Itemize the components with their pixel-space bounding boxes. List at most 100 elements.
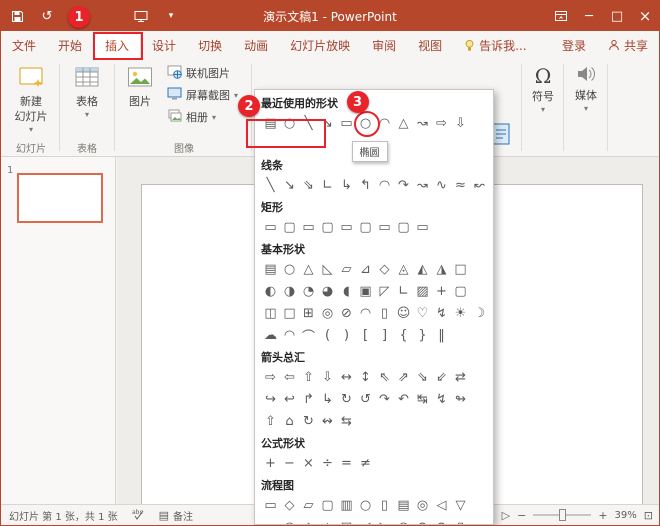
- shape-cell-0-0-7[interactable]: △: [394, 112, 413, 134]
- shape-cell-6-1-2[interactable]: ◇: [299, 516, 318, 525]
- shape-cell-0-0-3[interactable]: ↘: [318, 112, 337, 134]
- shape-cell-3-3-0[interactable]: ☁: [261, 324, 280, 346]
- shape-cell-0-0-10[interactable]: ⇩: [451, 112, 470, 134]
- shape-cell-5-0-1[interactable]: −: [280, 452, 299, 474]
- shape-cell-3-3-3[interactable]: (: [318, 324, 337, 346]
- shape-cell-6-1-6[interactable]: ▷: [375, 516, 394, 525]
- tab-insert[interactable]: 插入: [93, 31, 141, 59]
- tab-view[interactable]: 视图: [407, 31, 453, 59]
- tab-slideshow[interactable]: 幻灯片放映: [279, 31, 361, 59]
- shape-cell-3-1-3[interactable]: ◕: [318, 280, 337, 302]
- shape-cell-3-3-2[interactable]: ⌒: [299, 324, 318, 346]
- shape-cell-6-0-6[interactable]: ▯: [375, 494, 394, 516]
- shape-cell-0-0-2[interactable]: ╲: [299, 112, 318, 134]
- shape-cell-2-0-6[interactable]: ▭: [375, 216, 394, 238]
- shape-cell-3-0-1[interactable]: ○: [280, 258, 299, 280]
- shape-cell-4-2-3[interactable]: ↭: [318, 410, 337, 432]
- shape-cell-6-0-4[interactable]: ▥: [337, 494, 356, 516]
- shape-cell-3-1-4[interactable]: ◖: [337, 280, 356, 302]
- shape-cell-3-1-7[interactable]: ∟: [394, 280, 413, 302]
- shape-cell-5-0-3[interactable]: ÷: [318, 452, 337, 474]
- minimize-button[interactable]: ─: [575, 1, 603, 31]
- shape-cell-4-0-10[interactable]: ⇄: [451, 366, 470, 388]
- shape-cell-6-0-2[interactable]: ▱: [299, 494, 318, 516]
- shape-cell-6-0-7[interactable]: ▤: [394, 494, 413, 516]
- shape-cell-3-0-6[interactable]: ◇: [375, 258, 394, 280]
- shape-cell-6-1-4[interactable]: ▽: [337, 516, 356, 525]
- shape-cell-3-0-9[interactable]: ◮: [432, 258, 451, 280]
- shape-cell-3-0-0[interactable]: ▤: [261, 258, 280, 280]
- shape-cell-2-0-1[interactable]: ▢: [280, 216, 299, 238]
- shape-cell-4-0-9[interactable]: ⇙: [432, 366, 451, 388]
- tab-review[interactable]: 审阅: [361, 31, 407, 59]
- shape-cell-4-1-6[interactable]: ↷: [375, 388, 394, 410]
- shape-cell-ellipse[interactable]: ○: [356, 112, 375, 134]
- shape-cell-3-1-8[interactable]: ▨: [413, 280, 432, 302]
- spell-check-icon[interactable]: abc: [132, 508, 145, 523]
- shape-cell-0-0-4[interactable]: ▭: [337, 112, 356, 134]
- zoom-out-icon[interactable]: −: [517, 509, 526, 522]
- shape-cell-4-0-2[interactable]: ⇧: [299, 366, 318, 388]
- shape-cell-6-1-9[interactable]: ⊗: [432, 516, 451, 525]
- shape-cell-1-0-5[interactable]: ↰: [356, 174, 375, 196]
- shape-cell-2-0-3[interactable]: ▢: [318, 216, 337, 238]
- shape-cell-3-2-5[interactable]: ◠: [356, 302, 375, 324]
- shape-cell-1-0-7[interactable]: ↷: [394, 174, 413, 196]
- shape-cell-3-1-10[interactable]: ▢: [451, 280, 470, 302]
- shape-cell-4-1-9[interactable]: ↯: [432, 388, 451, 410]
- shape-cell-3-3-4[interactable]: ): [337, 324, 356, 346]
- shape-cell-6-1-7[interactable]: ◎: [394, 516, 413, 525]
- shape-cell-3-2-3[interactable]: ◎: [318, 302, 337, 324]
- shape-cell-3-2-11[interactable]: ☽: [470, 302, 489, 324]
- shape-cell-6-0-3[interactable]: ▢: [318, 494, 337, 516]
- zoom-in-icon[interactable]: +: [598, 509, 607, 522]
- shape-cell-4-1-3[interactable]: ↳: [318, 388, 337, 410]
- tab-design[interactable]: 设计: [141, 31, 187, 59]
- tab-share[interactable]: 共享: [597, 31, 659, 59]
- shape-cell-4-0-0[interactable]: ⇨: [261, 366, 280, 388]
- shape-cell-6-1-0[interactable]: ▭: [261, 516, 280, 525]
- shape-cell-0-0-0[interactable]: ▤: [261, 112, 280, 134]
- shape-cell-4-1-10[interactable]: ↬: [451, 388, 470, 410]
- shape-cell-0-0-9[interactable]: ⇨: [432, 112, 451, 134]
- shape-cell-1-0-2[interactable]: ⇘: [299, 174, 318, 196]
- shape-cell-4-0-8[interactable]: ⇘: [413, 366, 432, 388]
- new-slide-button[interactable]: 新建 幻灯片 ▾: [5, 59, 57, 134]
- shape-cell-4-2-0[interactable]: ⇧: [261, 410, 280, 432]
- shape-cell-3-2-8[interactable]: ♡: [413, 302, 432, 324]
- shape-cell-4-0-6[interactable]: ⇖: [375, 366, 394, 388]
- shape-cell-4-1-7[interactable]: ↶: [394, 388, 413, 410]
- shape-cell-4-0-7[interactable]: ⇗: [394, 366, 413, 388]
- shape-cell-3-1-1[interactable]: ◑: [280, 280, 299, 302]
- shape-cell-3-2-2[interactable]: ⊞: [299, 302, 318, 324]
- shape-cell-6-1-1[interactable]: ○: [280, 516, 299, 525]
- shape-cell-3-0-8[interactable]: ◭: [413, 258, 432, 280]
- shape-cell-2-0-5[interactable]: ▢: [356, 216, 375, 238]
- shape-cell-4-1-0[interactable]: ↪: [261, 388, 280, 410]
- shape-cell-4-1-2[interactable]: ↱: [299, 388, 318, 410]
- slide-thumbnail[interactable]: [17, 173, 103, 223]
- shape-cell-1-0-9[interactable]: ∿: [432, 174, 451, 196]
- shape-cell-4-2-4[interactable]: ⇆: [337, 410, 356, 432]
- shape-cell-5-0-4[interactable]: =: [337, 452, 356, 474]
- zoom-slider[interactable]: [533, 514, 591, 516]
- shape-cell-6-0-8[interactable]: ◎: [413, 494, 432, 516]
- shape-cell-5-0-0[interactable]: +: [261, 452, 280, 474]
- shape-cell-4-0-3[interactable]: ⇩: [318, 366, 337, 388]
- shape-cell-1-0-4[interactable]: ↳: [337, 174, 356, 196]
- shape-cell-4-1-4[interactable]: ↻: [337, 388, 356, 410]
- close-button[interactable]: ×: [631, 1, 659, 31]
- symbol-button[interactable]: Ω 符号 ▾: [524, 59, 562, 114]
- online-pictures-button[interactable]: 联机图片: [164, 63, 241, 83]
- shape-cell-3-2-9[interactable]: ↯: [432, 302, 451, 324]
- shape-cell-3-2-7[interactable]: ☺: [394, 302, 413, 324]
- tab-signin[interactable]: 登录: [551, 31, 597, 59]
- tab-tellme[interactable]: 告诉我...: [453, 31, 537, 59]
- shape-cell-3-1-5[interactable]: ▣: [356, 280, 375, 302]
- shape-cell-3-2-10[interactable]: ☀: [451, 302, 470, 324]
- shape-cell-4-0-1[interactable]: ⇦: [280, 366, 299, 388]
- shape-cell-6-1-8[interactable]: ⊕: [413, 516, 432, 525]
- shape-cell-6-0-0[interactable]: ▭: [261, 494, 280, 516]
- shape-cell-3-1-9[interactable]: +: [432, 280, 451, 302]
- photo-album-button[interactable]: 相册 ▾: [164, 107, 241, 127]
